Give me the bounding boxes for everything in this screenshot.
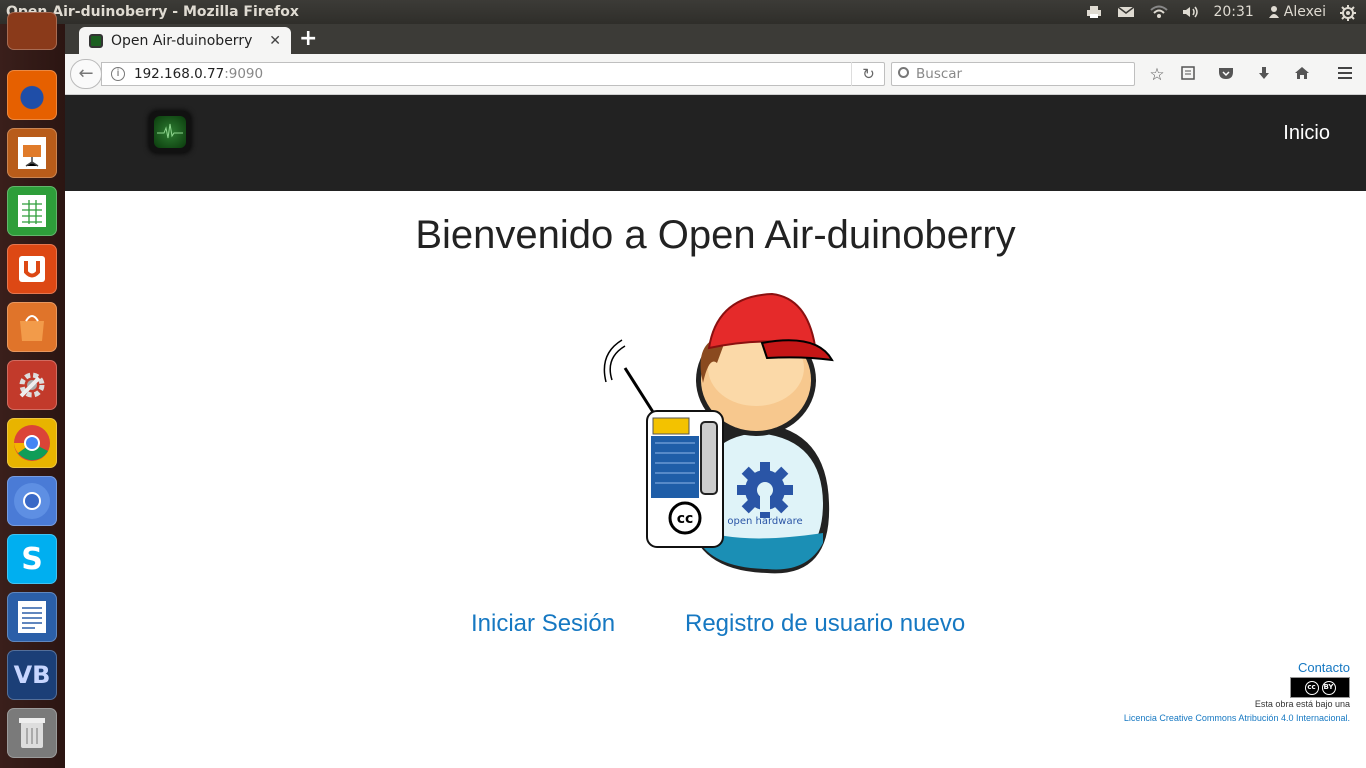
contact-link[interactable]: Contacto <box>1298 660 1350 675</box>
license-link[interactable]: Licencia Creative Commons Atribución 4.0… <box>1124 713 1350 723</box>
nav-link-inicio[interactable]: Inicio <box>1283 122 1330 145</box>
power-gear-icon[interactable] <box>1340 5 1358 21</box>
bookmark-star-icon[interactable]: ☆ <box>1146 64 1168 86</box>
new-tab-button[interactable]: + <box>299 26 317 51</box>
mail-icon[interactable] <box>1117 5 1135 19</box>
web-page: Inicio Bienvenido a Open Air-duinoberry … <box>65 95 1366 768</box>
launcher-calc-icon[interactable] <box>7 186 57 236</box>
user-name: Alexei <box>1283 4 1326 20</box>
wifi-icon[interactable] <box>1149 5 1169 19</box>
reload-icon[interactable]: ↻ <box>851 62 885 86</box>
tab-title: Open Air-duinoberry <box>111 32 253 49</box>
cc-label: cc <box>677 511 694 527</box>
launcher-system-settings-icon[interactable] <box>7 360 57 410</box>
back-button[interactable]: ← <box>70 59 102 89</box>
brand-logo-icon[interactable] <box>149 111 191 153</box>
launcher-writer-icon[interactable] <box>7 592 57 642</box>
launcher-ubuntu-one-icon[interactable] <box>7 244 57 294</box>
launcher-trash-icon[interactable] <box>7 708 57 758</box>
navigation-toolbar: i 192.168.0.77:9090 ← ↻ Buscar ☆ <box>65 54 1366 95</box>
user-icon <box>1268 6 1279 18</box>
register-link[interactable]: Registro de usuario nuevo <box>685 610 965 638</box>
downloads-icon[interactable] <box>1253 64 1275 86</box>
favicon-icon <box>89 33 103 48</box>
by-attribution-icon: BY <box>1321 680 1336 695</box>
unity-launcher: S VB <box>0 12 65 768</box>
user-menu[interactable]: Alexei <box>1268 4 1326 20</box>
login-link[interactable]: Iniciar Sesión <box>471 610 615 638</box>
panel-indicators: 20:31 Alexei <box>1085 4 1366 21</box>
window-title: Open Air-duinoberry - Mozilla Firefox <box>6 4 299 20</box>
site-navbar: Inicio <box>65 95 1366 191</box>
launcher-impress-icon[interactable] <box>7 128 57 178</box>
volume-icon[interactable] <box>1181 5 1199 19</box>
license-text: Esta obra está bajo una <box>1254 699 1350 709</box>
site-info-icon[interactable]: i <box>111 67 125 81</box>
clock[interactable]: 20:31 <box>1213 4 1253 20</box>
launcher-chromium-icon[interactable] <box>7 476 57 526</box>
mascot-label: open hardware <box>727 516 802 527</box>
url-host: 192.168.0.77 <box>134 66 225 82</box>
tab-bar: Open Air-duinoberry ✕ + <box>65 24 1366 54</box>
cc-logo-icon: cc <box>668 501 702 535</box>
home-icon[interactable] <box>1291 64 1313 86</box>
menu-icon[interactable] <box>1334 64 1356 86</box>
reading-list-icon[interactable] <box>1177 64 1199 86</box>
launcher-software-center-icon[interactable] <box>7 302 57 352</box>
cc-license-badge[interactable]: cc BY <box>1290 677 1350 698</box>
top-panel: Open Air-duinoberry - Mozilla Firefox 20… <box>0 0 1366 24</box>
url-port: :9090 <box>224 66 264 82</box>
tab-open-air-duinoberry[interactable]: Open Air-duinoberry ✕ <box>79 27 291 54</box>
cc-badge-icon: cc <box>1304 680 1319 695</box>
search-input[interactable]: Buscar <box>891 62 1135 86</box>
launcher-dash-button[interactable] <box>7 12 57 50</box>
url-bar[interactable]: i 192.168.0.77:9090 <box>101 62 885 86</box>
launcher-firefox-icon[interactable] <box>7 70 57 120</box>
search-icon <box>898 67 909 78</box>
launcher-chrome-icon[interactable] <box>7 418 57 468</box>
page-title: Bienvenido a Open Air-duinoberry <box>415 213 1016 257</box>
launcher-virtualbox-icon[interactable]: VB <box>7 650 57 700</box>
printer-icon[interactable] <box>1085 5 1103 19</box>
pocket-icon[interactable] <box>1215 64 1237 86</box>
launcher-skype-icon[interactable]: S <box>7 534 57 584</box>
search-placeholder: Buscar <box>916 66 963 82</box>
oshw-gear-icon <box>737 462 793 518</box>
open-hardware-mascot: open hardware cc <box>603 292 834 574</box>
tab-close-icon[interactable]: ✕ <box>269 33 281 49</box>
